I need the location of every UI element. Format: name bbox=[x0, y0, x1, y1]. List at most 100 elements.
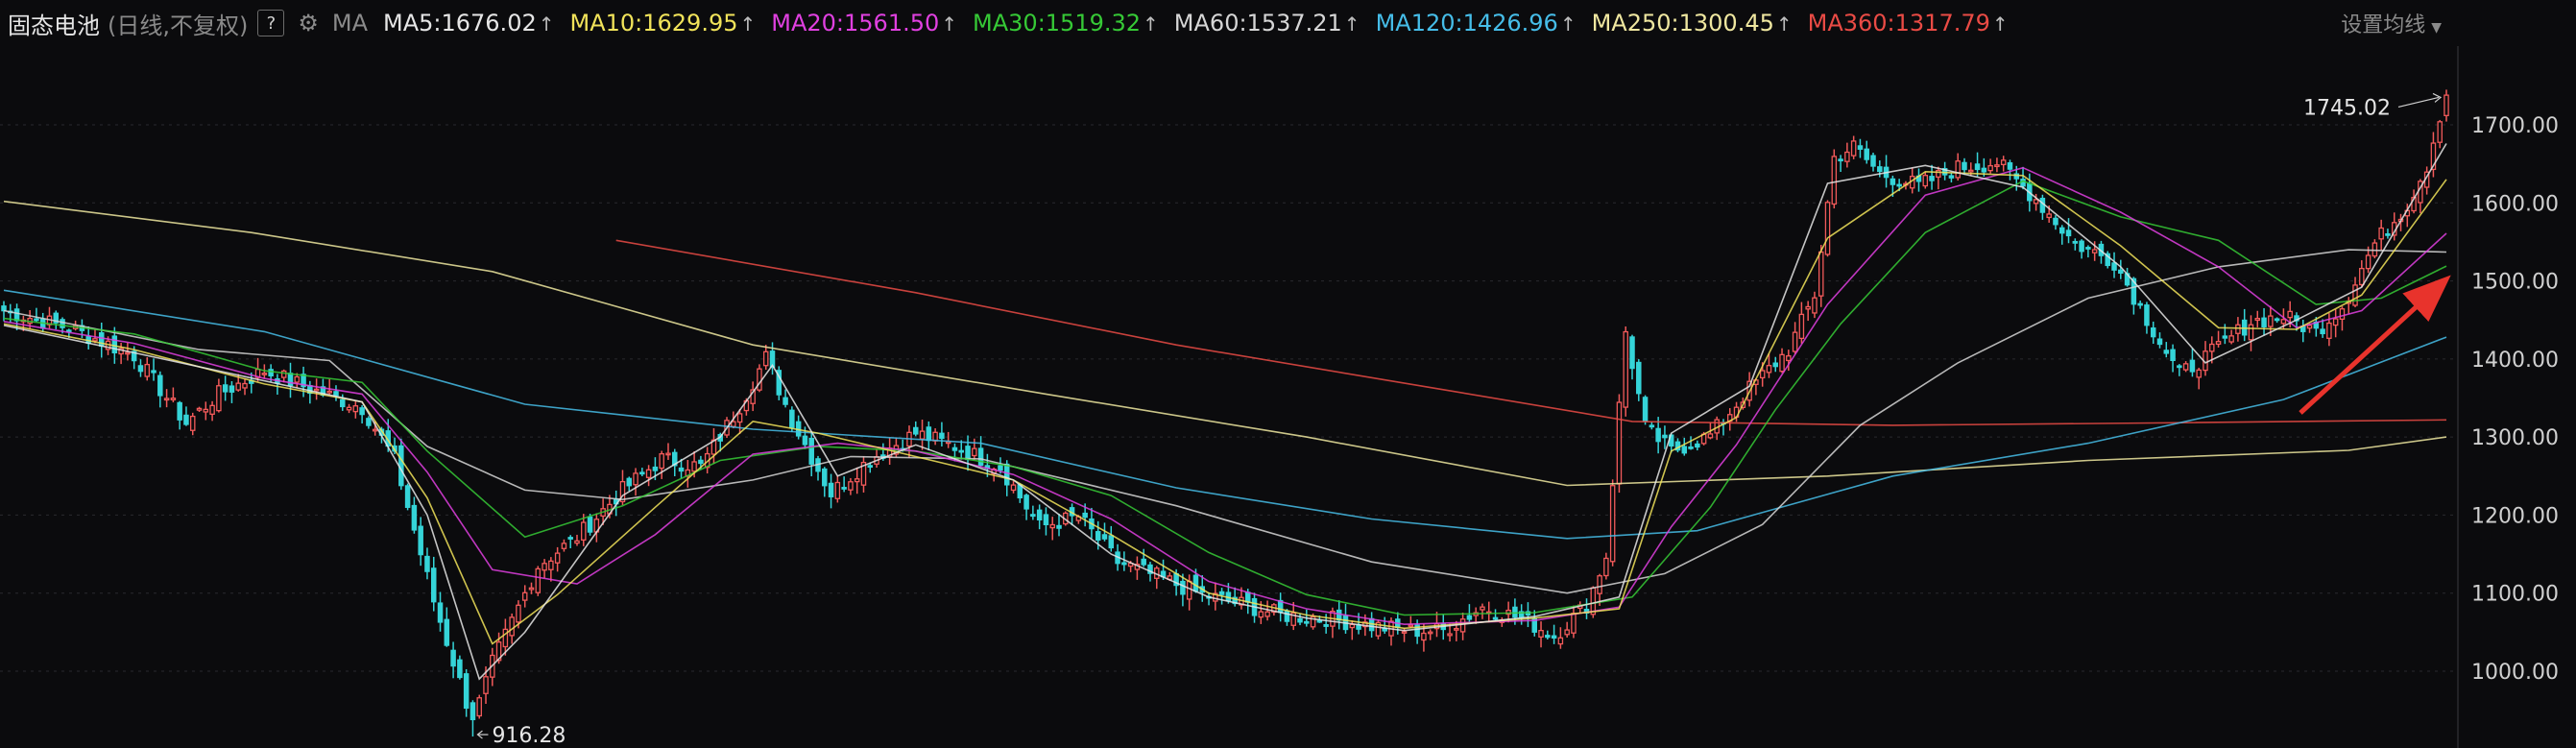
candle-down bbox=[2144, 304, 2150, 326]
candle-up bbox=[2280, 319, 2287, 325]
candle-up bbox=[972, 447, 977, 457]
candle-down bbox=[1244, 591, 1251, 603]
candle-down bbox=[469, 702, 476, 721]
up-arrow-icon: ↑ bbox=[1143, 12, 1159, 36]
y-axis-tick-label: 1100.00 bbox=[2471, 583, 2559, 607]
up-arrow-icon: ↑ bbox=[1775, 12, 1793, 36]
candle-up bbox=[2182, 363, 2189, 371]
up-arrow-icon: ↑ bbox=[739, 12, 757, 36]
candle-up bbox=[2437, 121, 2443, 143]
candle-down bbox=[1108, 535, 1115, 549]
candle-down bbox=[463, 673, 469, 710]
candle-up bbox=[261, 373, 268, 375]
set-ma-button[interactable]: 设置均线 ▼ bbox=[2341, 8, 2442, 38]
candle-up bbox=[209, 404, 215, 415]
candle-up bbox=[659, 453, 664, 470]
candle-up bbox=[476, 697, 482, 717]
candle-up bbox=[1401, 631, 1408, 634]
candle-up bbox=[1850, 140, 1857, 157]
candle-up bbox=[242, 382, 248, 389]
candle-up bbox=[1812, 297, 1818, 314]
candle-down bbox=[398, 445, 404, 487]
candle-down bbox=[1962, 161, 1967, 171]
candle-up bbox=[762, 350, 769, 367]
candle-down bbox=[1838, 158, 1843, 162]
candle-up bbox=[1844, 151, 1850, 162]
gear-icon[interactable]: ⚙ bbox=[298, 10, 319, 36]
candle-down bbox=[1551, 635, 1557, 639]
candle-up bbox=[2268, 315, 2274, 327]
candle-down bbox=[1095, 531, 1101, 542]
candle-down bbox=[789, 409, 795, 428]
candle-down bbox=[177, 401, 182, 421]
candle-up bbox=[2444, 94, 2449, 116]
candle-up bbox=[1597, 575, 1602, 594]
up-arrow-icon: ↑ bbox=[1559, 12, 1577, 36]
candlestick-chart-svg[interactable]: 1000.00 1100.00 1200.00 1300.00 1400.00 1500.… bbox=[0, 0, 2576, 748]
candle-down bbox=[2222, 335, 2228, 339]
ma-legend: MA5:1676.02 ↑ MA10:1629.95 ↑ MA20:1561.50 ↑ MA… bbox=[368, 10, 2009, 36]
y-axis-tick-label: 1000.00 bbox=[2471, 661, 2559, 685]
ma-value: MA20:1561.50 bbox=[771, 10, 940, 36]
candle-down bbox=[268, 369, 274, 377]
candle-up bbox=[346, 406, 352, 411]
candle-up bbox=[1798, 313, 1805, 340]
ma-legend-item: MA30:1519.32 ↑ bbox=[973, 10, 1159, 36]
candle-down bbox=[1948, 175, 1955, 179]
chart-header: 固态电池 (日线,不复权) ? ⚙ MA MA5:1676.02 ↑ MA10:16… bbox=[8, 0, 2009, 46]
candle-down bbox=[1192, 574, 1199, 592]
candle-up bbox=[691, 461, 697, 472]
candle-down bbox=[951, 446, 958, 451]
candle-down bbox=[1662, 434, 1668, 439]
index-title: 固态电池 bbox=[8, 12, 100, 39]
candle-down bbox=[60, 319, 65, 328]
candle-up bbox=[2352, 284, 2358, 306]
candle-down bbox=[151, 370, 156, 374]
candle-up bbox=[1421, 632, 1427, 641]
candle-up bbox=[1766, 365, 1772, 374]
candle-up bbox=[1258, 611, 1264, 618]
candle-up bbox=[2215, 341, 2222, 346]
ma-legend-item: MA20:1561.50 ↑ bbox=[771, 10, 957, 36]
candle-down bbox=[2150, 327, 2156, 338]
question-mark-icon[interactable]: ? bbox=[257, 10, 285, 36]
caret-down-icon: ▼ bbox=[2431, 20, 2442, 36]
candle-down bbox=[1772, 362, 1779, 368]
candle-down bbox=[652, 466, 659, 471]
candle-down bbox=[2072, 240, 2079, 244]
candle-up bbox=[1454, 627, 1459, 631]
candle-down bbox=[1929, 176, 1935, 181]
candle-up bbox=[542, 563, 547, 571]
candle-down bbox=[1681, 446, 1688, 454]
candle-down bbox=[913, 426, 919, 435]
candle-up bbox=[216, 385, 222, 412]
candle-down bbox=[2177, 365, 2182, 369]
stock-chart[interactable]: 1000.00 1100.00 1200.00 1300.00 1400.00 1500.… bbox=[0, 0, 2576, 748]
candle-down bbox=[411, 504, 418, 531]
candle-up bbox=[574, 540, 580, 544]
candle-down bbox=[782, 397, 788, 405]
y-axis-tick-label: 1300.00 bbox=[2471, 426, 2559, 450]
candle-down bbox=[1023, 495, 1029, 510]
candle-up bbox=[1427, 631, 1433, 635]
candle-down bbox=[457, 659, 463, 679]
ma-line-ma5 bbox=[3, 143, 2447, 681]
candle-up bbox=[848, 481, 854, 491]
candle-up bbox=[665, 452, 671, 456]
candle-down bbox=[926, 426, 932, 442]
ma-legend-item: MA250:1300.45 ↑ bbox=[1592, 10, 1793, 36]
candle-up bbox=[528, 587, 535, 591]
candle-down bbox=[1082, 512, 1088, 519]
candle-up bbox=[235, 382, 241, 391]
candle-up bbox=[1480, 606, 1485, 611]
chart-subtitle: (日线,不复权) bbox=[108, 12, 249, 39]
candle-down bbox=[404, 485, 411, 508]
candle-down bbox=[998, 465, 1003, 471]
candle-down bbox=[1043, 514, 1049, 526]
candle-down bbox=[698, 459, 704, 465]
candle-up bbox=[1818, 251, 1824, 297]
y-axis-tick-label: 1500.00 bbox=[2471, 271, 2559, 295]
candle-up bbox=[1759, 370, 1766, 379]
candle-down bbox=[1003, 463, 1010, 486]
candle-up bbox=[1786, 355, 1792, 362]
